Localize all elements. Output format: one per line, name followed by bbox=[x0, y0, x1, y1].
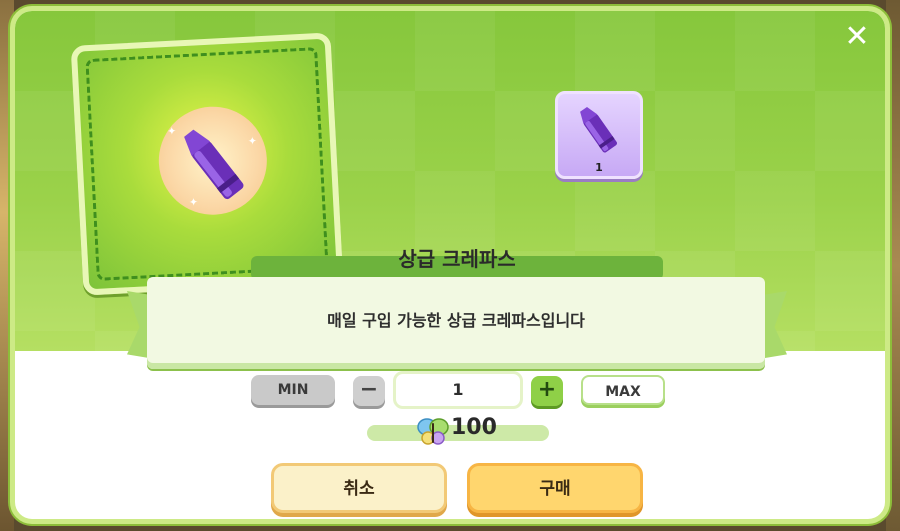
purple-crayon-icon bbox=[580, 106, 618, 153]
item-description: 매일 구입 가능한 상급 크레파스입니다 bbox=[327, 311, 585, 330]
plus-button[interactable]: + bbox=[531, 376, 563, 406]
price-amount: 100 bbox=[451, 415, 497, 440]
max-button[interactable]: MAX bbox=[581, 375, 665, 405]
close-button[interactable]: ✕ bbox=[839, 19, 875, 55]
sparkle-icon: ✦ bbox=[188, 195, 199, 209]
quantity-input[interactable]: 1 bbox=[393, 371, 523, 409]
item-slot: 1 bbox=[555, 91, 643, 179]
purchase-dialog: ✕ ✦ ✦ ✦ 1 상급 크레파스 매일 구입 가능한 상급 크레파스입니다 M… bbox=[10, 6, 890, 524]
butterfly-icon bbox=[417, 418, 449, 445]
sparkle-icon: ✦ bbox=[247, 134, 258, 148]
buy-button[interactable]: 구매 bbox=[467, 463, 643, 513]
item-glow bbox=[156, 103, 270, 218]
sparkle-icon: ✦ bbox=[166, 124, 177, 139]
purple-crayon-icon bbox=[184, 129, 244, 200]
minus-button[interactable]: − bbox=[353, 376, 385, 406]
min-button[interactable]: MIN bbox=[251, 375, 335, 405]
item-slot-count: 1 bbox=[595, 161, 603, 174]
cancel-button[interactable]: 취소 bbox=[271, 463, 447, 513]
item-title: 상급 크레파스 bbox=[398, 247, 516, 271]
